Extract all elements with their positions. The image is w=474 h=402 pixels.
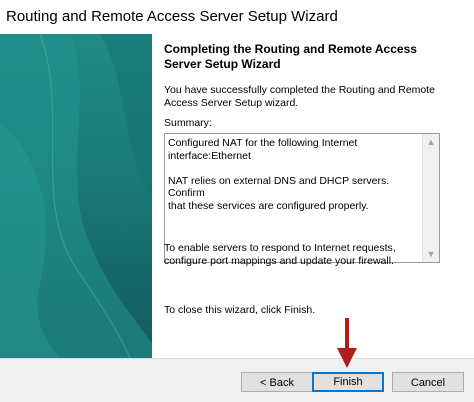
intro-line-1: You have successfully completed the Rout… xyxy=(164,84,436,96)
back-button[interactable]: < Back xyxy=(241,372,313,392)
scroll-up-icon[interactable]: ▲ xyxy=(423,134,439,150)
banner-wave-graphic xyxy=(0,34,152,358)
page-heading: Completing the Routing and Remote Access… xyxy=(164,42,454,72)
summary-label: Summary: xyxy=(164,117,212,129)
summary-text: Configured NAT for the following Interne… xyxy=(168,137,390,212)
heading-line-1: Completing the Routing and Remote Access xyxy=(164,42,417,56)
finish-button[interactable]: Finish xyxy=(312,372,384,392)
cancel-button[interactable]: Cancel xyxy=(392,372,464,392)
wizard-window: Routing and Remote Access Server Setup W… xyxy=(0,0,474,402)
wizard-side-banner xyxy=(0,34,152,358)
intro-line-2: Access Server Setup wizard. xyxy=(164,97,299,109)
wizard-content: Completing the Routing and Remote Access… xyxy=(152,34,474,358)
firewall-instructions: To enable servers to respond to Internet… xyxy=(164,242,464,268)
close-instruction: To close this wizard, click Finish. xyxy=(164,304,316,316)
window-title: Routing and Remote Access Server Setup W… xyxy=(6,8,338,25)
instructions-line-1: To enable servers to respond to Internet… xyxy=(164,242,396,254)
instructions-line-2: configure port mappings and update your … xyxy=(164,255,394,267)
red-arrow-down-icon xyxy=(337,318,357,368)
title-bar: Routing and Remote Access Server Setup W… xyxy=(0,0,474,34)
heading-line-2: Server Setup Wizard xyxy=(164,57,281,71)
wizard-footer: < Back Finish Cancel xyxy=(0,358,474,402)
intro-text: You have successfully completed the Rout… xyxy=(164,84,464,110)
